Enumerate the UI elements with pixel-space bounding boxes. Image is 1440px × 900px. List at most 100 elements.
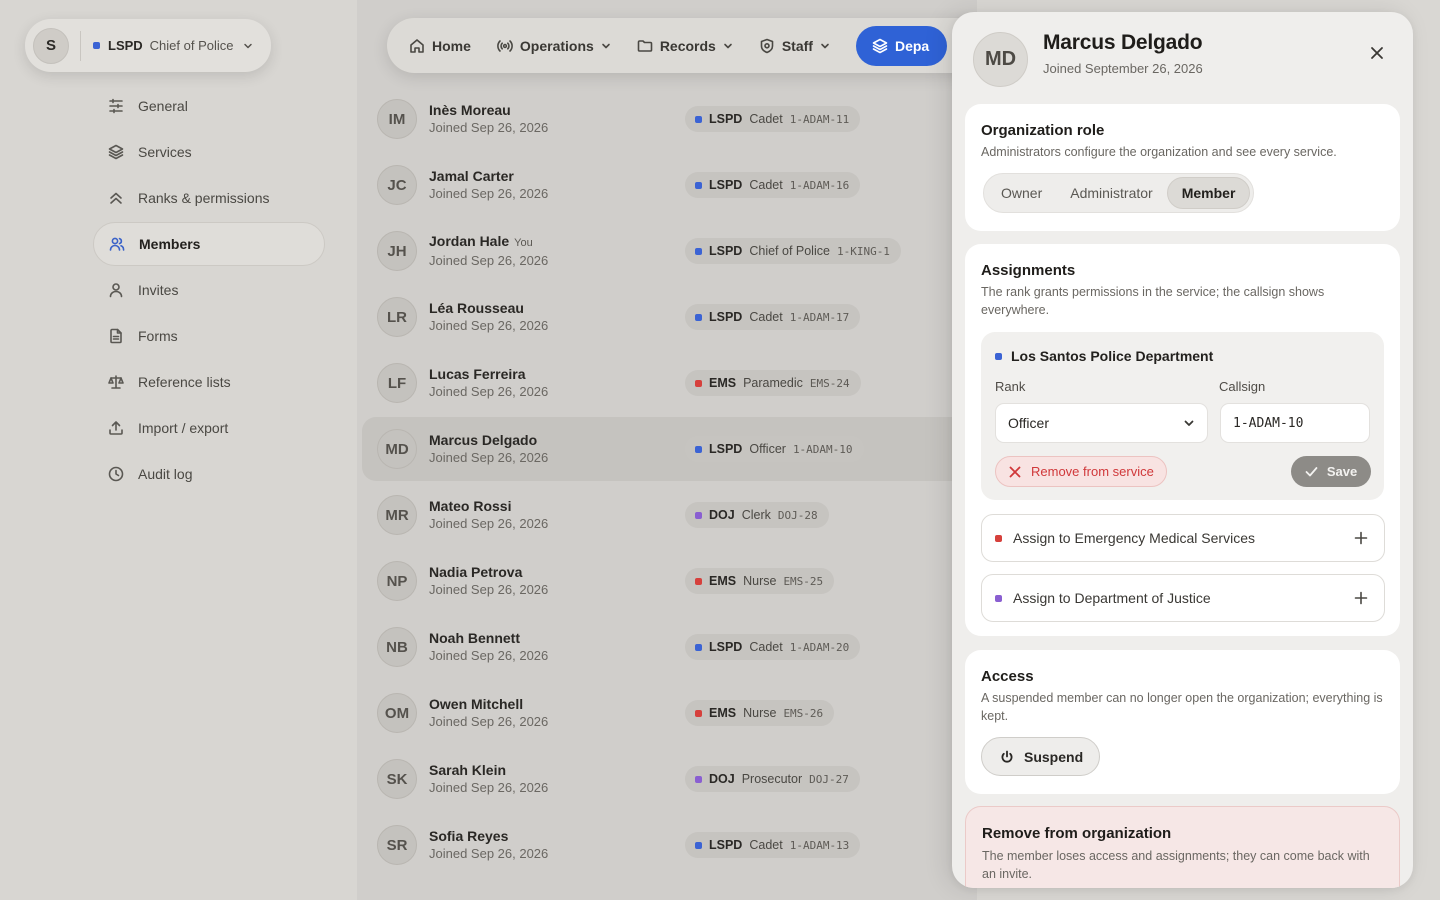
avatar: JC xyxy=(377,165,417,205)
assignment-lspd: Los Santos Police Department Rank Callsi… xyxy=(981,332,1384,500)
table-row[interactable]: SK Sarah Klein Joined Sep 26, 2026 DOJ Prose… xyxy=(362,747,977,811)
avatar: OM xyxy=(377,693,417,733)
avatar: LF xyxy=(377,363,417,403)
table-row[interactable]: LR Léa Rousseau Joined Sep 26, 2026 LSPD Cad… xyxy=(362,285,977,349)
table-row[interactable]: SR Sofia Reyes Joined Sep 26, 2026 LSPD Cade… xyxy=(362,813,977,877)
avatar: SK xyxy=(377,759,417,799)
chip-service: EMS xyxy=(709,574,737,588)
role-administrator-option[interactable]: Administrator xyxy=(1056,177,1166,209)
chip-callsign: EMS-26 xyxy=(783,706,824,720)
member-name-text: Lucas Ferreira xyxy=(429,366,526,382)
table-row[interactable]: IM Inès Moreau Joined Sep 26, 2026 LSPD Cade… xyxy=(362,87,977,151)
rank-select[interactable]: Officer xyxy=(995,403,1208,443)
role-owner-option[interactable]: Owner xyxy=(987,177,1056,209)
nav-operations[interactable]: Operations xyxy=(497,38,611,54)
sidebar: S LSPD Chief of Police General Services … xyxy=(0,0,357,900)
nav-records[interactable]: Records xyxy=(637,38,733,54)
sidebar-item-ranks[interactable]: Ranks & permissions xyxy=(93,176,325,220)
sidebar-item-general[interactable]: General xyxy=(93,84,325,128)
nav-home[interactable]: Home xyxy=(409,38,471,54)
members-list: IM Inès Moreau Joined Sep 26, 2026 LSPD Cade… xyxy=(357,0,977,900)
sidebar-item-import-export[interactable]: Import / export xyxy=(93,406,325,450)
service-color-dot xyxy=(695,247,702,255)
assignment-chip: EMS Paramedic EMS-24 xyxy=(685,370,861,396)
member-info: Noah Bennett Joined Sep 26, 2026 xyxy=(429,629,683,665)
assign-ems-label: Assign to Emergency Medical Services xyxy=(1013,530,1255,546)
member-joined: Joined Sep 26, 2026 xyxy=(429,582,549,597)
avatar: MR xyxy=(377,495,417,535)
radio-icon xyxy=(497,39,513,52)
table-row[interactable]: OM Owen Mitchell Joined Sep 26, 2026 EMS Nur… xyxy=(362,681,977,745)
assign-ems-button[interactable]: Assign to Emergency Medical Services xyxy=(981,514,1385,562)
role-member-option[interactable]: Member xyxy=(1166,177,1251,209)
member-name-text: Noah Bennett xyxy=(429,630,520,646)
chip-rank: Prosecutor xyxy=(741,772,803,786)
table-row[interactable]: NB Noah Bennett Joined Sep 26, 2026 LSPD Cad… xyxy=(362,615,977,679)
service-color-dot xyxy=(995,534,1002,542)
nav-departments[interactable]: Depa xyxy=(855,25,948,66)
sidebar-item-label: Members xyxy=(139,236,201,252)
close-button[interactable] xyxy=(1366,42,1388,64)
close-icon xyxy=(1371,47,1383,59)
table-row[interactable]: MD Marcus Delgado Joined Sep 26, 2026 LSPD O… xyxy=(362,417,977,481)
member-name: Lucas Ferreira xyxy=(429,365,683,383)
member-joined: Joined Sep 26, 2026 xyxy=(429,516,549,531)
assignment-chip: LSPD Cadet 1-ADAM-11 xyxy=(685,106,861,132)
table-row[interactable]: JH Jordan Hale You Joined Sep 26, 2026 LSPD C… xyxy=(362,219,977,283)
callsign-input[interactable]: 1-ADAM-10 xyxy=(1220,403,1370,443)
member-avatar: MD xyxy=(973,32,1028,87)
service-color-dot xyxy=(695,709,702,717)
org-avatar: S xyxy=(33,27,69,64)
table-row[interactable]: LF Lucas Ferreira Joined Sep 26, 2026 EMS Pa… xyxy=(362,351,977,415)
service-color-dot xyxy=(695,511,702,519)
table-row[interactable]: JC Jamal Carter Joined Sep 26, 2026 LSPD Cad… xyxy=(362,153,977,217)
org-role-card: Organization role Administrators configu… xyxy=(965,104,1400,231)
chip-service: EMS xyxy=(709,706,737,720)
service-color-dot xyxy=(695,115,702,123)
assignment-chip: LSPD Officer 1-ADAM-10 xyxy=(685,436,864,462)
assignment-service-title: Los Santos Police Department xyxy=(995,348,1213,364)
sidebar-item-forms[interactable]: Forms xyxy=(93,314,325,358)
org-switcher[interactable]: S LSPD Chief of Police xyxy=(25,19,271,72)
sidebar-item-members[interactable]: Members xyxy=(93,222,325,266)
sidebar-item-services[interactable]: Services xyxy=(93,130,325,174)
table-row[interactable]: MR Mateo Rossi Joined Sep 26, 2026 DOJ Clerk… xyxy=(362,483,977,547)
suspend-button[interactable]: Suspend xyxy=(981,737,1101,776)
assignment-chip: LSPD Cadet 1-ADAM-13 xyxy=(685,832,861,858)
member-info: Sarah Klein Joined Sep 26, 2026 xyxy=(429,761,683,797)
avatar: IM xyxy=(377,99,417,139)
member-joined: Joined Sep 26, 2026 xyxy=(429,714,549,729)
sidebar-item-label: Ranks & permissions xyxy=(138,190,270,206)
table-row[interactable]: NP Nadia Petrova Joined Sep 26, 2026 EMS Nur… xyxy=(362,549,977,613)
assign-doj-button[interactable]: Assign to Department of Justice xyxy=(981,574,1385,622)
save-button[interactable]: Save xyxy=(1291,456,1371,487)
member-info: Sofia Reyes Joined Sep 26, 2026 xyxy=(429,827,683,863)
rank-label: Rank xyxy=(995,379,1026,394)
chip-callsign: DOJ-28 xyxy=(777,508,818,522)
org-rank: Chief of Police xyxy=(149,38,234,53)
sidebar-item-invites[interactable]: Invites xyxy=(93,268,325,312)
sidebar-item-audit-log[interactable]: Audit log xyxy=(93,452,325,496)
nav-departments-label: Depa xyxy=(894,37,930,54)
users-icon xyxy=(109,237,125,251)
remove-from-service-button[interactable]: Remove from service xyxy=(995,456,1167,487)
member-name: Mateo Rossi xyxy=(429,497,683,515)
member-name-text: Inès Moreau xyxy=(429,102,511,118)
member-name: Marcus Delgado xyxy=(1043,31,1203,54)
member-name-text: Mateo Rossi xyxy=(429,498,512,514)
sidebar-item-label: Services xyxy=(138,144,192,160)
sidebar-item-reference-lists[interactable]: Reference lists xyxy=(93,360,325,404)
chevron-down-icon xyxy=(602,43,610,48)
member-name-text: Sofia Reyes xyxy=(429,828,509,844)
assign-doj-label: Assign to Department of Justice xyxy=(1013,590,1211,606)
nav-staff[interactable]: Staff xyxy=(759,38,830,54)
remove-from-org-desc: The member loses access and assignments;… xyxy=(982,849,1370,881)
chip-callsign: 1-ADAM-13 xyxy=(789,838,850,852)
chip-callsign: EMS-25 xyxy=(783,574,824,588)
folder-icon xyxy=(637,39,653,52)
assignment-chip: DOJ Prosecutor DOJ-27 xyxy=(685,766,860,792)
sliders-icon xyxy=(109,98,123,114)
you-badge: You xyxy=(514,237,533,249)
top-nav: Home Operations Records Staff Depa xyxy=(387,18,987,73)
chip-service: LSPD xyxy=(709,310,743,324)
